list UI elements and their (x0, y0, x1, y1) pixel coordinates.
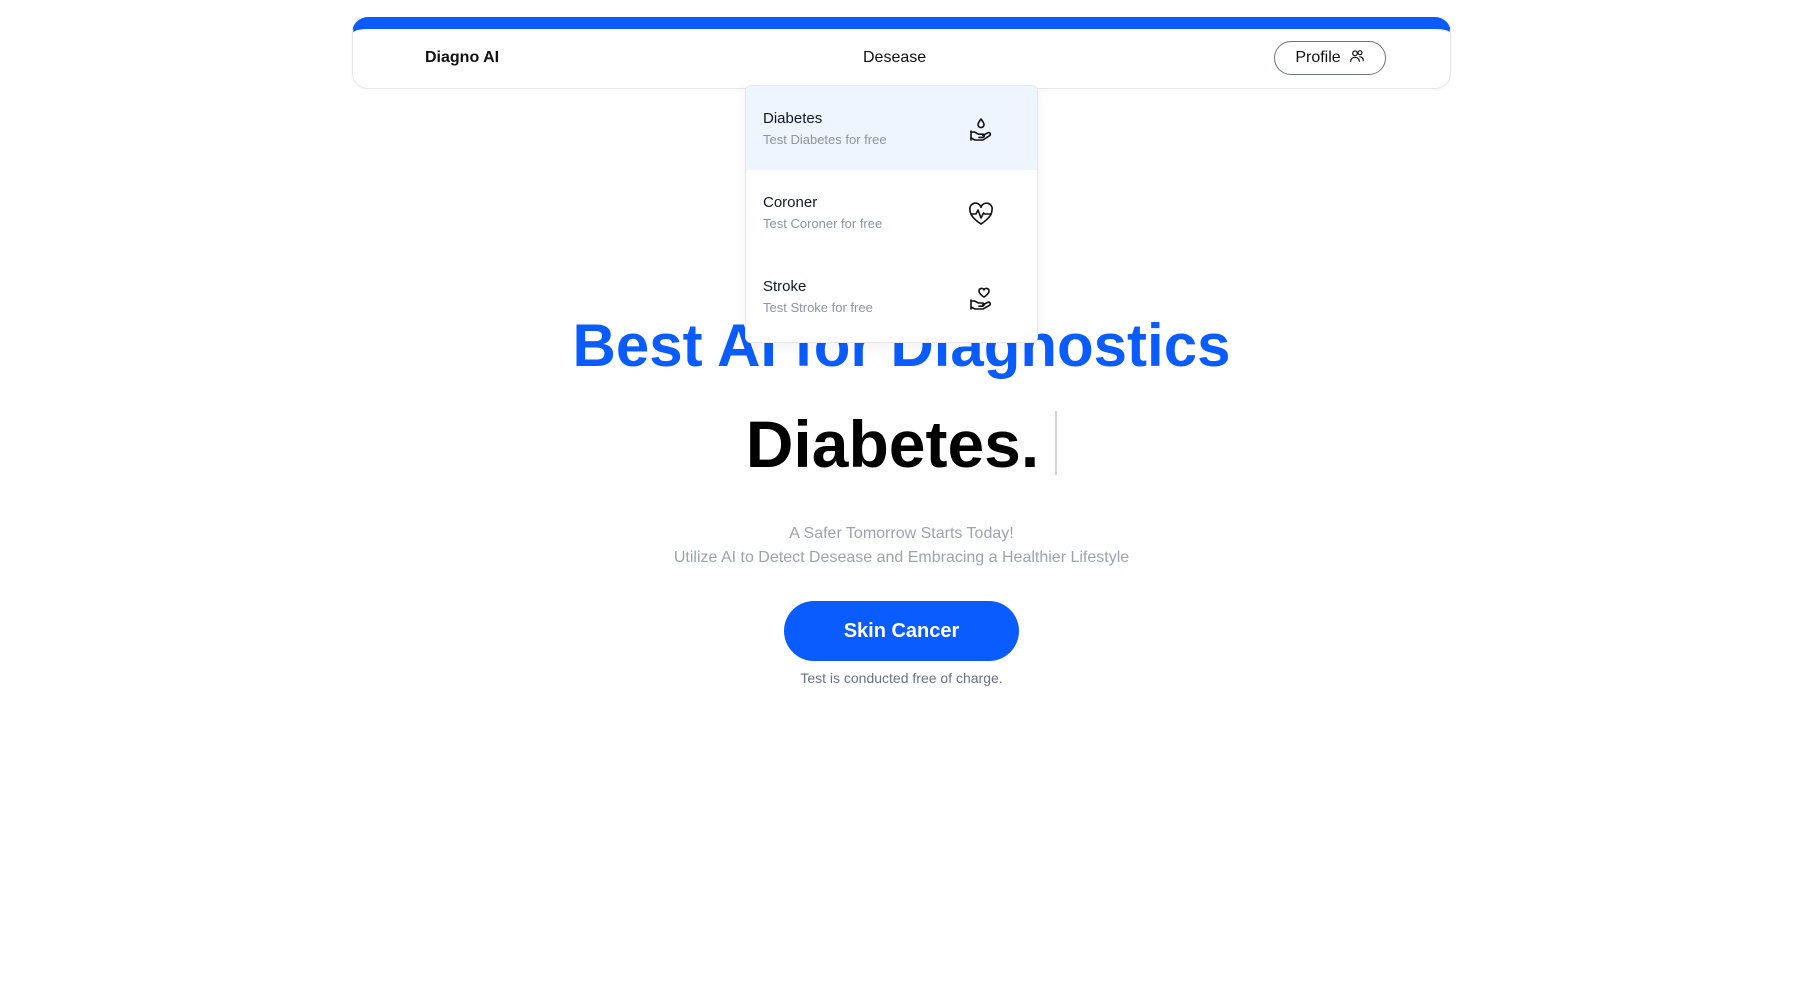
dropdown-item-coroner[interactable]: Coroner Test Coroner for free (746, 170, 1037, 254)
typed-headline: Diabetes. (0, 404, 1803, 484)
brand-logo-text[interactable]: Diagno AI (425, 49, 499, 67)
typing-caret (1055, 411, 1058, 475)
profile-button[interactable]: Profile (1274, 41, 1386, 75)
profile-button-label: Profile (1295, 49, 1341, 66)
navbar: Diagno AI Desease Profile (352, 17, 1451, 89)
desease-dropdown-menu: Diabetes Test Diabetes for free Coroner … (745, 85, 1038, 343)
heart-pulse-icon (967, 200, 995, 228)
tagline-line-1: A Safer Tomorrow Starts Today! (789, 525, 1014, 542)
free-test-note: Test is conducted free of charge. (800, 670, 1003, 686)
tagline-line-2: Utilize AI to Detect Desease and Embraci… (673, 549, 1130, 566)
hero-tagline: A Safer Tomorrow Starts Today! Utilize A… (0, 522, 1803, 570)
users-icon (1349, 48, 1365, 69)
typed-word: Diabetes. (745, 407, 1040, 481)
hand-heart-icon (967, 284, 995, 312)
skin-cancer-cta-button[interactable]: Skin Cancer (784, 601, 1019, 661)
dropdown-item-stroke[interactable]: Stroke Test Stroke for free (746, 254, 1037, 338)
hand-drop-icon (967, 116, 995, 144)
nav-link-desease[interactable]: Desease (863, 49, 926, 67)
page: Diagno AI Desease Profile Diabetes Test … (0, 0, 1803, 986)
dropdown-item-diabetes[interactable]: Diabetes Test Diabetes for free (746, 86, 1037, 170)
